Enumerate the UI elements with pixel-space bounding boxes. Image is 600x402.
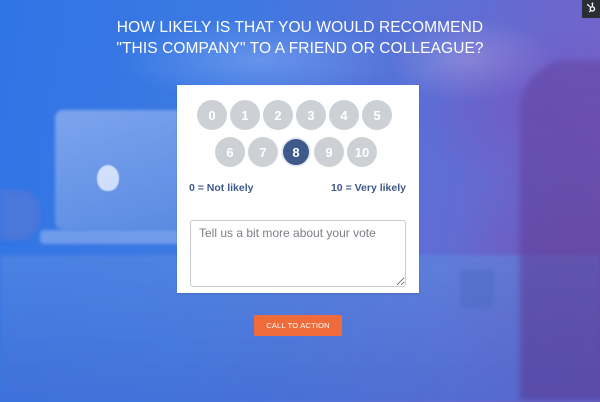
scale-labels: 0 = Not likely 10 = Very likely — [189, 182, 406, 194]
score-option-3[interactable]: 3 — [296, 100, 326, 130]
score-option-5[interactable]: 5 — [362, 100, 392, 130]
score-option-10[interactable]: 10 — [347, 137, 377, 167]
background-laptop-base — [40, 230, 190, 244]
question-line-2: "THIS COMPANY" TO A FRIEND OR COLLEAGUE? — [116, 40, 484, 57]
survey-screen: HOW LIKELY IS THAT YOU WOULD RECOMMEND "… — [0, 0, 600, 402]
feedback-textarea[interactable] — [190, 220, 406, 287]
call-to-action-button[interactable]: CALL TO ACTION — [254, 315, 342, 336]
hubspot-badge[interactable] — [582, 0, 600, 18]
scale-low-label: 0 = Not likely — [189, 182, 254, 194]
survey-question: HOW LIKELY IS THAT YOU WOULD RECOMMEND "… — [0, 17, 600, 59]
background-laptop — [55, 110, 185, 230]
score-option-8[interactable]: 8 — [281, 137, 311, 167]
score-option-7[interactable]: 7 — [248, 137, 278, 167]
score-option-4[interactable]: 4 — [329, 100, 359, 130]
score-option-9[interactable]: 9 — [314, 137, 344, 167]
background-person — [520, 60, 600, 400]
score-row-bottom: 6 7 8 9 10 — [215, 137, 377, 167]
nps-card: 012345 6 7 8 9 10 0 = Not likely 10 = Very l… — [177, 85, 419, 293]
background-apple-logo — [97, 165, 119, 191]
score-option-0[interactable]: 0 — [197, 100, 227, 130]
background-hand — [0, 190, 40, 240]
score-option-6[interactable]: 6 — [215, 137, 245, 167]
score-row-top: 012345 — [197, 100, 392, 130]
score-option-2[interactable]: 2 — [263, 100, 293, 130]
scale-high-label: 10 = Very likely — [330, 182, 406, 194]
score-option-1[interactable]: 1 — [230, 100, 260, 130]
question-line-1: HOW LIKELY IS THAT YOU WOULD RECOMMEND — [116, 19, 484, 36]
background-cup — [460, 270, 494, 308]
hubspot-sprocket-icon — [586, 0, 597, 18]
